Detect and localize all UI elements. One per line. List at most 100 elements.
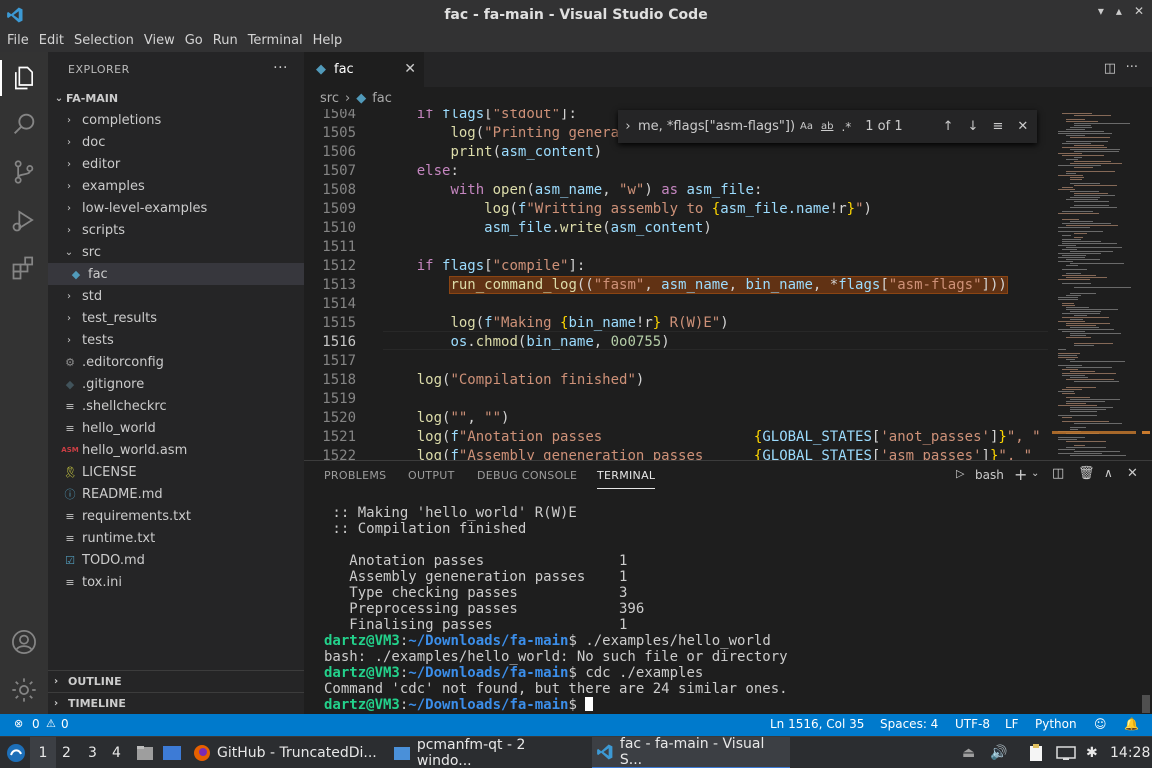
- cursor-position[interactable]: Ln 1516, Col 35: [770, 717, 864, 731]
- bluetooth-icon[interactable]: ✱: [1086, 737, 1098, 768]
- minimap[interactable]: [1052, 109, 1140, 460]
- menu-run[interactable]: Run: [208, 33, 243, 48]
- language-mode[interactable]: Python: [1035, 717, 1077, 731]
- tree-item[interactable]: › std: [48, 285, 304, 307]
- breadcrumb-folder[interactable]: src: [320, 91, 339, 106]
- whole-word-icon[interactable]: ab: [821, 121, 833, 132]
- split-editor-icon[interactable]: ◫: [1104, 61, 1116, 76]
- tab-fac[interactable]: ◆ fac ✕: [304, 52, 424, 87]
- tree-item[interactable]: ⌄ src: [48, 241, 304, 263]
- file-manager-launcher-icon[interactable]: [136, 737, 154, 768]
- tab-output[interactable]: OUTPUT: [408, 469, 455, 482]
- close-tab-icon[interactable]: ✕: [404, 61, 416, 77]
- eject-icon[interactable]: ⏏: [962, 737, 975, 768]
- previous-match-icon[interactable]: ↑: [943, 119, 954, 134]
- tree-item[interactable]: ≡ runtime.txt: [48, 527, 304, 549]
- maximize-icon[interactable]: ▴: [1116, 4, 1122, 18]
- tree-item[interactable]: ⚙ .editorconfig: [48, 351, 304, 373]
- clipboard-icon[interactable]: [1028, 737, 1044, 768]
- toggle-replace-icon[interactable]: ›: [618, 119, 638, 134]
- start-menu-icon[interactable]: [6, 737, 26, 768]
- menu-file[interactable]: File: [2, 33, 34, 48]
- tree-item[interactable]: › examples: [48, 175, 304, 197]
- more-actions-icon[interactable]: ···: [1126, 60, 1138, 75]
- clock[interactable]: 14:28: [1110, 737, 1150, 768]
- task-vscode[interactable]: fac - fa-main - Visual S...: [592, 736, 790, 768]
- show-desktop-icon[interactable]: [162, 737, 182, 768]
- network-icon[interactable]: [1056, 737, 1076, 768]
- tree-item[interactable]: › test_results: [48, 307, 304, 329]
- extensions-icon[interactable]: [10, 254, 38, 282]
- tree-item[interactable]: ⓘ README.md: [48, 483, 304, 505]
- tree-item[interactable]: › doc: [48, 131, 304, 153]
- breadcrumb-file[interactable]: fac: [372, 91, 392, 106]
- workspace-2[interactable]: 2: [62, 737, 71, 768]
- terminal-shell-select[interactable]: bash: [975, 468, 1004, 482]
- end-of-line[interactable]: LF: [1005, 717, 1019, 731]
- task-github[interactable]: GitHub - TruncatedDi...: [193, 737, 383, 768]
- workspace-root[interactable]: ⌄ FA-MAIN: [48, 87, 304, 109]
- maximize-panel-icon[interactable]: ∧: [1104, 466, 1113, 480]
- timeline-section[interactable]: › TIMELINE: [48, 692, 304, 714]
- tree-item[interactable]: ◆ .gitignore: [48, 373, 304, 395]
- remote-icon[interactable]: ⊗: [14, 717, 23, 730]
- menu-terminal[interactable]: Terminal: [243, 33, 308, 48]
- menu-help[interactable]: Help: [308, 33, 348, 48]
- tree-item[interactable]: 🎗 LICENSE: [48, 461, 304, 483]
- new-terminal-icon[interactable]: +: [1014, 465, 1027, 484]
- menu-edit[interactable]: Edit: [34, 33, 69, 48]
- editor-scrollbar[interactable]: [1140, 109, 1152, 460]
- menu-selection[interactable]: Selection: [69, 33, 139, 48]
- tab-debug-console[interactable]: DEBUG CONSOLE: [477, 469, 577, 482]
- run-debug-icon[interactable]: [10, 206, 38, 234]
- chevron-down-icon[interactable]: ⌄: [1031, 468, 1039, 479]
- tree-item[interactable]: › editor: [48, 153, 304, 175]
- more-actions-icon[interactable]: ···: [273, 60, 288, 76]
- workspace-3[interactable]: 3: [88, 737, 97, 768]
- find-in-selection-icon[interactable]: ≡: [992, 119, 1003, 134]
- task-pcmanfm[interactable]: pcmanfm-qt - 2 windo...: [393, 737, 583, 768]
- regex-icon[interactable]: .*: [841, 120, 851, 134]
- menu-view[interactable]: View: [139, 33, 180, 48]
- outline-section[interactable]: › OUTLINE: [48, 670, 304, 692]
- account-icon[interactable]: [10, 628, 38, 656]
- menu-go[interactable]: Go: [180, 33, 208, 48]
- workspace-1[interactable]: 1: [30, 737, 56, 768]
- next-match-icon[interactable]: ↓: [968, 119, 979, 134]
- split-terminal-icon[interactable]: ◫: [1052, 466, 1064, 481]
- tab-problems[interactable]: PROBLEMS: [324, 469, 386, 482]
- encoding[interactable]: UTF-8: [955, 717, 990, 731]
- match-case-icon[interactable]: Aa: [800, 121, 813, 132]
- tree-item[interactable]: ASM hello_world.asm: [48, 439, 304, 461]
- tab-terminal[interactable]: TERMINAL: [597, 469, 656, 489]
- code-editor[interactable]: 1504 if flags["stdout"]: 1505 log("Print…: [304, 109, 1152, 460]
- source-control-icon[interactable]: [10, 158, 38, 186]
- terminal-scrollbar[interactable]: [1142, 695, 1150, 713]
- tree-item[interactable]: › low-level-examples: [48, 197, 304, 219]
- tree-item[interactable]: › tests: [48, 329, 304, 351]
- tree-item[interactable]: › completions: [48, 109, 304, 131]
- tree-item[interactable]: ≡ hello_world: [48, 417, 304, 439]
- close-find-icon[interactable]: ✕: [1017, 119, 1028, 134]
- tree-item[interactable]: ◆ fac: [48, 263, 304, 285]
- warnings-count[interactable]: 0: [61, 717, 69, 731]
- notifications-bell-icon[interactable]: 🔔: [1124, 717, 1139, 731]
- tree-item[interactable]: ≡ .shellcheckrc: [48, 395, 304, 417]
- minimize-icon[interactable]: ▾: [1098, 4, 1104, 18]
- search-icon[interactable]: [10, 110, 38, 138]
- explorer-icon[interactable]: [10, 64, 38, 92]
- close-window-icon[interactable]: ✕: [1134, 4, 1144, 18]
- errors-count[interactable]: 0: [32, 717, 40, 731]
- close-panel-icon[interactable]: ✕: [1127, 466, 1138, 481]
- settings-gear-icon[interactable]: [10, 676, 38, 704]
- kill-terminal-icon[interactable]: 🗑: [1078, 466, 1095, 481]
- tree-item[interactable]: › scripts: [48, 219, 304, 241]
- tree-item[interactable]: ≡ tox.ini: [48, 571, 304, 593]
- find-input[interactable]: me, *flags["asm-flags"]): [638, 119, 798, 134]
- workspace-4[interactable]: 4: [112, 737, 121, 768]
- volume-icon[interactable]: 🔊: [990, 737, 1007, 768]
- tree-item[interactable]: ☑ TODO.md: [48, 549, 304, 571]
- feedback-icon[interactable]: ☺: [1094, 717, 1107, 731]
- indentation[interactable]: Spaces: 4: [880, 717, 938, 731]
- tree-item[interactable]: ≡ requirements.txt: [48, 505, 304, 527]
